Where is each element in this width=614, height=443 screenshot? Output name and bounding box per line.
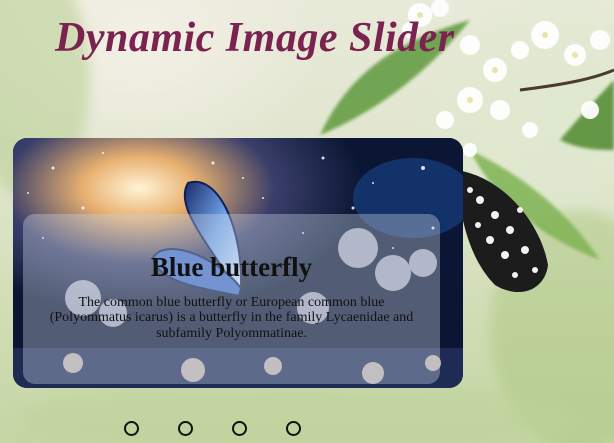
slider-dot-1[interactable] bbox=[124, 421, 139, 436]
image-slider[interactable]: Blue butterfly The common blue butterfly… bbox=[13, 138, 463, 388]
slider-dot-2[interactable] bbox=[178, 421, 193, 436]
slider-dot-4[interactable] bbox=[286, 421, 301, 436]
page-title: Dynamic Image Slider bbox=[55, 15, 455, 61]
slider-dot-3[interactable] bbox=[232, 421, 247, 436]
slide-description: The common blue butterfly or European co… bbox=[49, 295, 414, 341]
slide-caption: Blue butterfly The common blue butterfly… bbox=[23, 214, 440, 384]
slide-title: Blue butterfly bbox=[150, 252, 313, 282]
